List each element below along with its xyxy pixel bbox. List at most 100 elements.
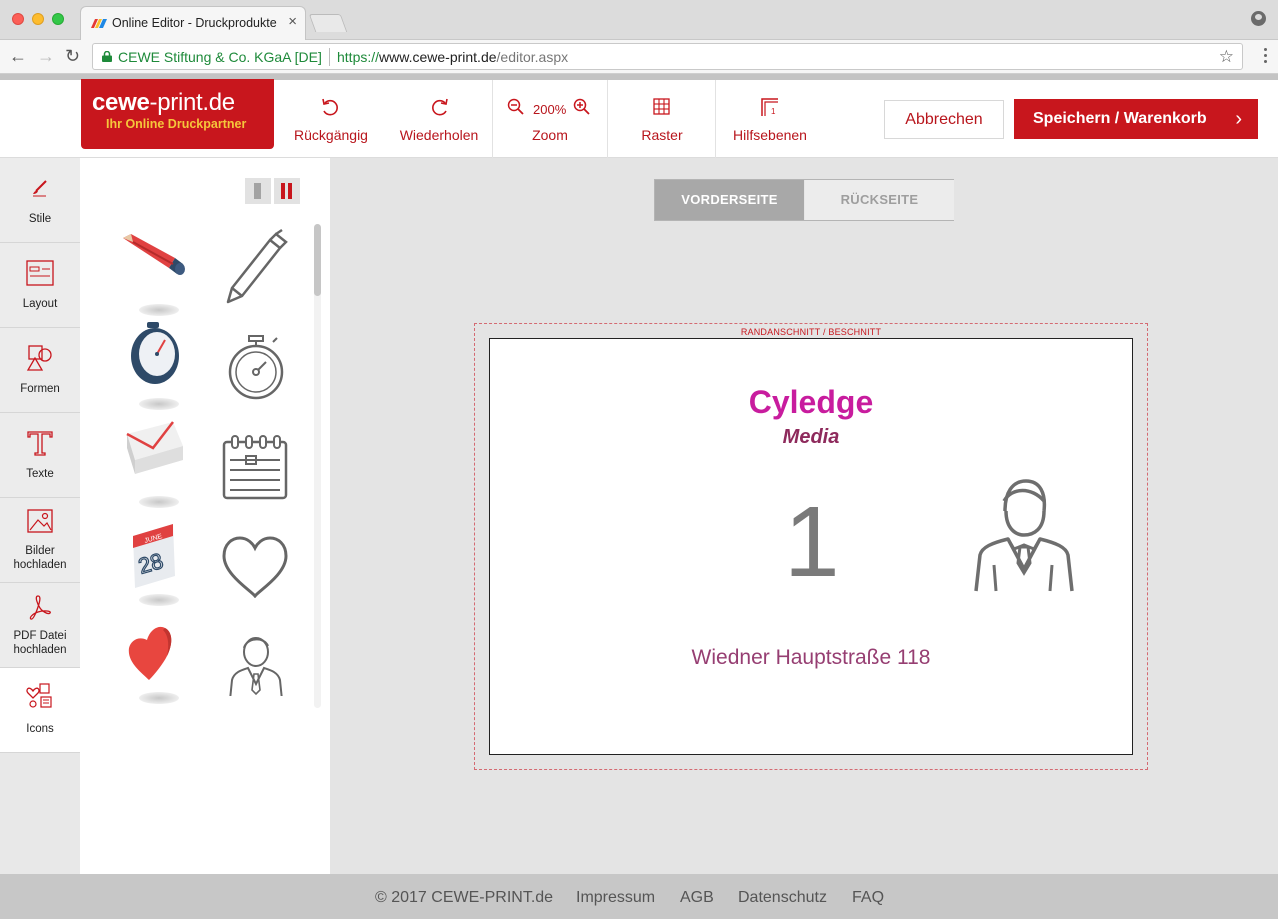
two-column-icon — [281, 183, 285, 199]
sidebar-item-icons[interactable]: Icons — [0, 668, 80, 753]
sidebar-item-formen[interactable]: Formen — [0, 328, 80, 413]
sidebar-label-icons: Icons — [26, 723, 54, 735]
icons-icon — [26, 683, 52, 708]
icon-envelope-color[interactable] — [117, 416, 201, 508]
forward-icon[interactable]: → — [37, 46, 55, 66]
cancel-button[interactable]: Abbrechen — [884, 100, 1004, 139]
logo-wordmark: cewe-print.de — [92, 89, 235, 116]
icon-calendar-outline[interactable] — [216, 416, 300, 500]
footer-link-agb[interactable]: AGB — [680, 889, 714, 907]
sidebar-label-formen: Formen — [20, 383, 60, 395]
save-cart-button[interactable]: Speichern / Warenkorb › — [1014, 99, 1258, 139]
footer-link-datenschutz[interactable]: Datenschutz — [738, 889, 827, 907]
profile-icon[interactable] — [1251, 11, 1266, 26]
window-minimize-button[interactable] — [32, 13, 44, 25]
stopwatch-outline-icon — [228, 335, 284, 400]
reload-icon[interactable]: ↻ — [65, 46, 80, 66]
shapes-icon — [26, 345, 52, 371]
browser-menu-icon[interactable] — [1264, 48, 1268, 66]
icon-stopwatch-outline[interactable] — [216, 318, 300, 402]
site-identity: CEWE Stiftung & Co. KGaA [DE] — [118, 49, 322, 65]
icon-stopwatch-color[interactable] — [117, 318, 201, 410]
calendar-color-icon: JUNE 28 — [133, 524, 175, 588]
url-text[interactable]: https://www.cewe-print.de/editor.aspx — [337, 49, 568, 65]
icon-calendar-color[interactable]: JUNE 28 — [117, 514, 201, 606]
back-icon[interactable]: ← — [9, 46, 27, 66]
back-side-tab[interactable]: RÜCKSEITE — [805, 180, 954, 220]
toolbar-divider — [492, 80, 493, 158]
icon-panel-scrollbar[interactable] — [314, 224, 321, 708]
tab-title: Online Editor - Druckprodukte — [112, 16, 277, 30]
window-close-button[interactable] — [12, 13, 24, 25]
sidebar-item-layout[interactable]: Layout — [0, 243, 80, 328]
pencil-color-icon — [123, 234, 185, 275]
bookmark-star-icon[interactable]: ☆ — [1219, 47, 1234, 67]
zoom-in-icon[interactable] — [573, 98, 591, 116]
zoom-label: Zoom — [532, 127, 568, 143]
undo-label: Rückgängig — [294, 127, 368, 143]
grid-button[interactable]: Raster — [620, 80, 704, 158]
zoom-value: 200% — [533, 102, 567, 117]
guides-icon: 1 — [761, 98, 778, 116]
sidebar-item-texte[interactable]: Texte — [0, 413, 80, 498]
sidebar-item-stile[interactable]: Stile — [0, 158, 80, 243]
browser-toolbar: ← → ↻ CEWE Stiftung & Co. KGaA [DE] http… — [0, 40, 1278, 74]
card-title-text[interactable]: Cyledge — [490, 384, 1132, 421]
browser-tab[interactable]: Online Editor - Druckprodukte × — [80, 6, 306, 40]
guides-button[interactable]: 1 Hilfsebenen — [726, 80, 814, 158]
stopwatch-color-icon — [131, 322, 179, 384]
zoom-group: 200% Zoom — [500, 80, 600, 158]
window-maximize-button[interactable] — [52, 13, 64, 25]
tab-close-icon[interactable]: × — [288, 14, 297, 30]
two-column-view-button[interactable] — [274, 178, 300, 204]
businessman-icon[interactable] — [972, 473, 1074, 595]
pen-outline-icon — [226, 228, 288, 304]
business-card-canvas[interactable]: Cyledge Media 1 Wiedner Hauptstraße 118 — [489, 338, 1133, 755]
text-icon — [27, 431, 53, 456]
url-host: www.cewe-print.de — [379, 49, 497, 65]
toolbar-divider — [715, 80, 716, 158]
guides-label: Hilfsebenen — [733, 127, 807, 143]
icon-pen-outline[interactable] — [216, 224, 300, 308]
save-cart-label: Speichern / Warenkorb — [1033, 110, 1207, 127]
redo-label: Wiederholen — [399, 127, 479, 143]
heart-outline-icon — [222, 536, 288, 599]
card-address-text[interactable]: Wiedner Hauptstraße 118 — [490, 646, 1132, 670]
single-column-view-button[interactable] — [245, 178, 271, 204]
icon-library-panel: JUNE 28 — [80, 158, 330, 874]
footer-link-impressum[interactable]: Impressum — [576, 889, 655, 907]
new-tab-button[interactable] — [308, 14, 348, 32]
sidebar-item-bilder[interactable]: Bilder hochladen — [0, 498, 80, 583]
icon-businessman-outline[interactable] — [216, 612, 300, 701]
lock-icon — [102, 51, 112, 62]
toolbar-divider — [607, 80, 608, 158]
editor-header: cewe-print.de Ihr Online Druckpartner Rü… — [0, 79, 1278, 158]
image-upload-icon — [27, 509, 53, 533]
footer-link-faq[interactable]: FAQ — [852, 889, 884, 907]
card-subtitle-text[interactable]: Media — [490, 426, 1132, 449]
front-side-tab[interactable]: VORDERSEITE — [655, 180, 804, 220]
url-separator — [329, 48, 330, 66]
card-side-toggle: VORDERSEITE RÜCKSEITE — [654, 179, 954, 221]
scrollbar-thumb[interactable] — [314, 224, 321, 296]
heart-color-icon — [128, 626, 172, 680]
sidebar-label-layout: Layout — [22, 298, 58, 310]
sidebar-label-stile: Stile — [28, 213, 52, 225]
sidebar-label-pdf: PDF Datei hochladen — [13, 630, 67, 656]
icon-heart-color[interactable] — [117, 612, 201, 704]
single-column-icon — [254, 183, 261, 199]
sidebar-item-pdf[interactable]: PDF Datei hochladen — [0, 583, 80, 668]
icon-heart-outline[interactable] — [216, 514, 300, 599]
cewe-print-logo[interactable]: cewe-print.de Ihr Online Druckpartner — [81, 79, 274, 149]
card-number-text[interactable]: 1 — [784, 487, 840, 597]
pdf-icon — [29, 595, 51, 620]
zoom-out-icon[interactable] — [507, 98, 525, 116]
redo-button[interactable]: Wiederholen — [396, 80, 482, 158]
page-footer: © 2017 CEWE-PRINT.de Impressum AGB Daten… — [0, 874, 1278, 919]
browser-tab-bar: Online Editor - Druckprodukte × — [0, 0, 1278, 40]
icon-pencil-color[interactable] — [117, 224, 201, 316]
sidebar-label-texte: Texte — [26, 468, 54, 480]
redo-icon — [432, 98, 448, 116]
undo-button[interactable]: Rückgängig — [290, 80, 372, 158]
address-bar[interactable]: CEWE Stiftung & Co. KGaA [DE] https://ww… — [92, 43, 1243, 70]
